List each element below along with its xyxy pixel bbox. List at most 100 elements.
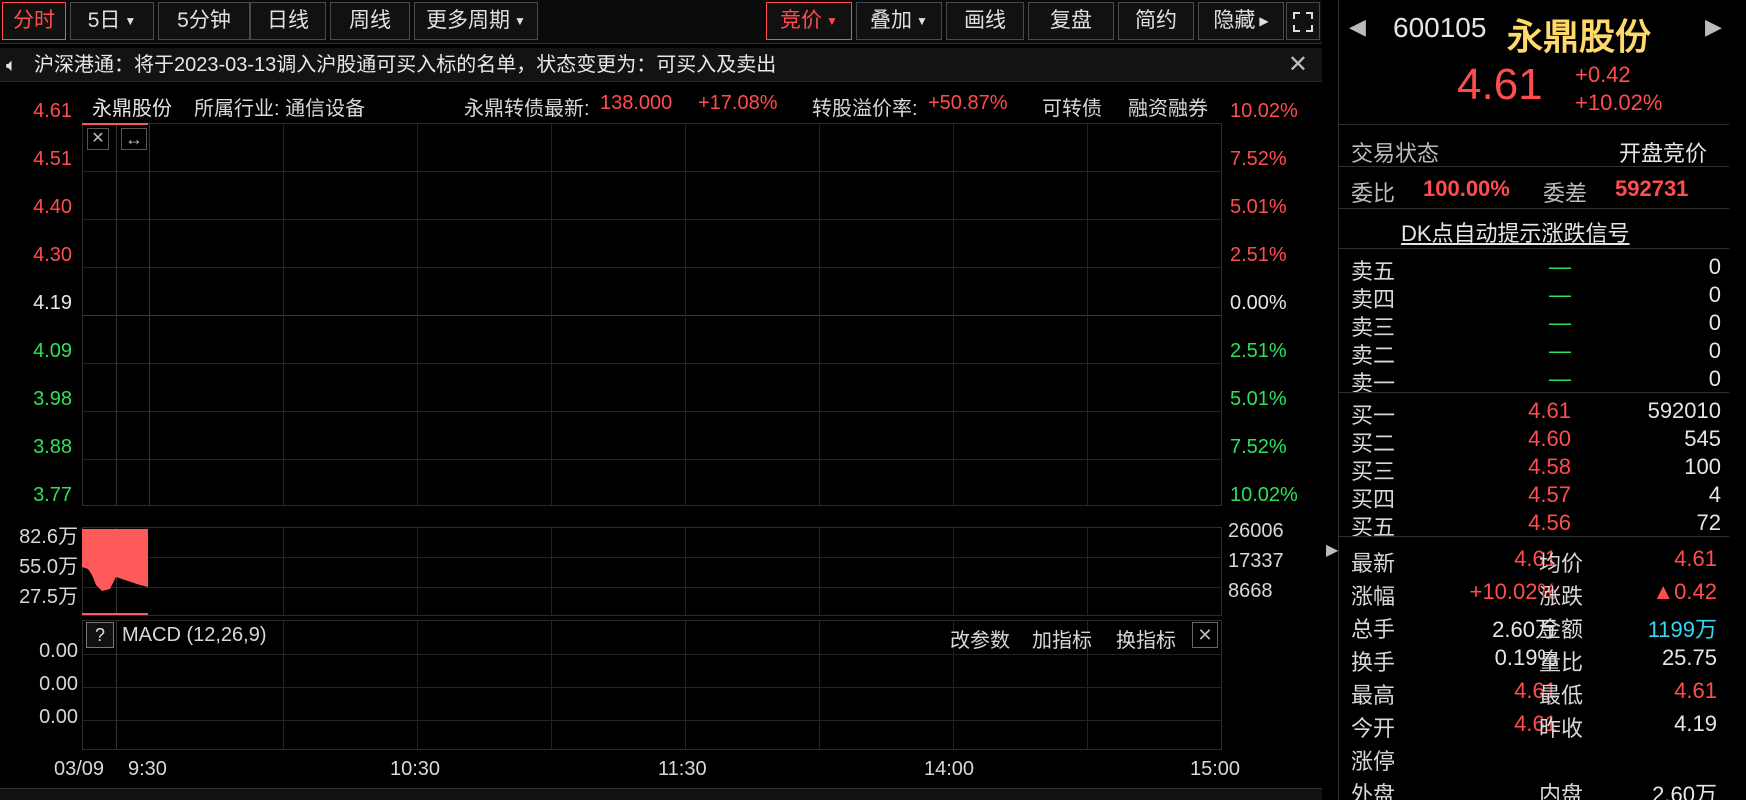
percent-tick-label: 7.52% — [1230, 436, 1287, 458]
macd-tick-label: 0.00 — [39, 673, 78, 695]
bid-row[interactable]: 买二 4.60 545 — [1351, 426, 1721, 456]
bid-row[interactable]: 买五 4.56 72 — [1351, 510, 1721, 540]
stat-label: 总手 — [1351, 617, 1396, 642]
stat-value: 4.61 — [1674, 546, 1717, 571]
time-tick-label: 15:00 — [1190, 758, 1241, 780]
ask-volume: 0 — [1708, 282, 1721, 307]
next-stock-icon[interactable]: ▶ — [1705, 14, 1722, 40]
bid-volume: 4 — [1708, 482, 1721, 507]
close-icon[interactable]: ✕ — [1192, 622, 1218, 648]
ask-row[interactable]: 卖一 — 0 — [1351, 366, 1721, 396]
stat-label: 今开 — [1351, 716, 1396, 741]
price-tick-label: 4.61 — [33, 100, 72, 122]
ask-row[interactable]: 卖五 —0 — [1351, 254, 1721, 284]
chevron-down-icon: ▼ — [514, 14, 526, 29]
price-tick-label: 4.09 — [33, 340, 72, 362]
bid-row[interactable]: 买一 4.61 592010 — [1351, 398, 1721, 428]
percent-tick-label: 5.01% — [1230, 196, 1287, 218]
stat-label: 最低 — [1539, 683, 1584, 708]
tab-5min[interactable]: 5分钟 — [158, 2, 250, 40]
ask-price: — — [1549, 282, 1571, 307]
stock-title: 永鼎股份 — [1507, 16, 1652, 57]
macd-edit-params[interactable]: 改参数 — [950, 624, 1010, 653]
ask-row[interactable]: 卖二 —0 — [1351, 338, 1721, 368]
status-label: 交易状态 — [1351, 141, 1440, 166]
fullscreen-button[interactable] — [1286, 2, 1320, 40]
bond-change: +17.08% — [698, 92, 778, 114]
tab-daily[interactable]: 日线 — [250, 2, 326, 40]
replay-button[interactable]: 复盘 — [1028, 2, 1114, 40]
industry-label[interactable]: 所属行业: 通信设备 — [194, 92, 365, 121]
chevron-down-icon: ▼ — [916, 14, 928, 29]
bottom-status-strip — [0, 788, 1322, 800]
auction-button[interactable]: 竞价 ▼ — [766, 2, 852, 40]
side-tabs-edge[interactable] — [1737, 210, 1746, 510]
ask-row[interactable]: 卖四 —0 — [1351, 282, 1721, 312]
volume-tick-label-right: 26006 — [1228, 520, 1284, 542]
prev-stock-icon[interactable]: ◀ — [1349, 14, 1366, 40]
price-tick-label: 4.30 — [33, 244, 72, 266]
chevron-down-icon: ▼ — [826, 14, 838, 29]
bid-price: 4.61 — [1528, 398, 1571, 423]
stat-label: 涨幅 — [1351, 584, 1396, 609]
bid-volume: 100 — [1684, 454, 1721, 479]
macd-help-button[interactable]: ? — [86, 622, 114, 648]
stat-label: 涨停 — [1351, 749, 1396, 774]
ask-price: — — [1549, 338, 1571, 363]
premium-value: +50.87% — [928, 92, 1008, 114]
volume-area — [82, 529, 148, 591]
bid-row[interactable]: 买四 4.57 4 — [1351, 482, 1721, 512]
stat-label: 换手 — [1351, 650, 1396, 675]
draw-line-button[interactable]: 画线 — [946, 2, 1024, 40]
time-tick-label: 11:30 — [658, 758, 707, 780]
price-line — [82, 123, 148, 125]
tab-intraday[interactable]: 分时 — [2, 2, 66, 40]
stat-label: 内盘 — [1539, 782, 1584, 800]
bid-volume: 72 — [1696, 510, 1721, 535]
percent-tick-label: 2.51% — [1230, 244, 1287, 266]
hide-button[interactable]: 隐藏 ▶ — [1198, 2, 1284, 40]
tab-5day[interactable]: 5日 ▼ — [70, 2, 154, 40]
status-value: 开盘竞价 — [1619, 141, 1708, 166]
stat-label: 均价 — [1539, 551, 1584, 576]
auction-label: 竞价 — [780, 9, 823, 32]
speaker-icon: 🔈︎ — [6, 55, 17, 75]
bid-row[interactable]: 买三 4.58 100 — [1351, 454, 1721, 484]
volume-baseline — [82, 613, 148, 615]
more-periods-dropdown[interactable]: 更多周期 ▼ — [414, 2, 538, 40]
macd-tick-label: 0.00 — [39, 706, 78, 728]
stat-value: 4.19 — [1674, 711, 1717, 736]
dk-signal-link[interactable]: DK点自动提示涨跌信号 — [1401, 216, 1630, 248]
volume-bars — [82, 529, 148, 615]
stock-name: 永鼎股份 — [92, 98, 172, 120]
volume-chart[interactable] — [82, 527, 1222, 616]
chevron-right-icon[interactable]: ▶ — [1326, 540, 1338, 580]
time-tick-label: 9:30 — [128, 758, 167, 780]
stat-value: 1199万 — [1647, 617, 1717, 642]
diff-label: 委差 — [1543, 181, 1588, 206]
macd-switch-indicator[interactable]: 换指标 — [1116, 624, 1176, 653]
bond-label: 永鼎转债最新: — [464, 98, 590, 120]
ask-volume: 0 — [1708, 254, 1721, 279]
convertible-link[interactable]: 可转债 — [1042, 92, 1102, 121]
price-tick-label: 3.98 — [33, 388, 72, 410]
stat-value: 2.60万 — [1652, 782, 1717, 800]
tab-weekly[interactable]: 周线 — [330, 2, 410, 40]
close-icon[interactable]: ✕ — [1288, 48, 1308, 82]
overlay-button[interactable]: 叠加 ▼ — [856, 2, 942, 40]
margin-link[interactable]: 融资融券 — [1128, 92, 1208, 121]
macd-add-indicator[interactable]: 加指标 — [1032, 624, 1092, 653]
chevron-down-icon: ▼ — [124, 14, 137, 29]
ask-row[interactable]: 卖三 —0 — [1351, 310, 1721, 340]
ask-price: — — [1549, 310, 1571, 335]
volume-tick-label: 27.5万 — [19, 586, 78, 608]
price-change: +0.42 — [1575, 62, 1631, 87]
bid-price: 4.56 — [1528, 510, 1571, 535]
simple-button[interactable]: 简约 — [1118, 2, 1194, 40]
price-tick-label: 3.77 — [33, 484, 72, 506]
macd-tick-label: 0.00 — [39, 640, 78, 662]
stat-label: 量比 — [1539, 650, 1584, 675]
premium-label: 转股溢价率: — [812, 98, 918, 120]
ask-price: — — [1549, 254, 1571, 279]
stat-value: 4.61 — [1674, 678, 1717, 703]
